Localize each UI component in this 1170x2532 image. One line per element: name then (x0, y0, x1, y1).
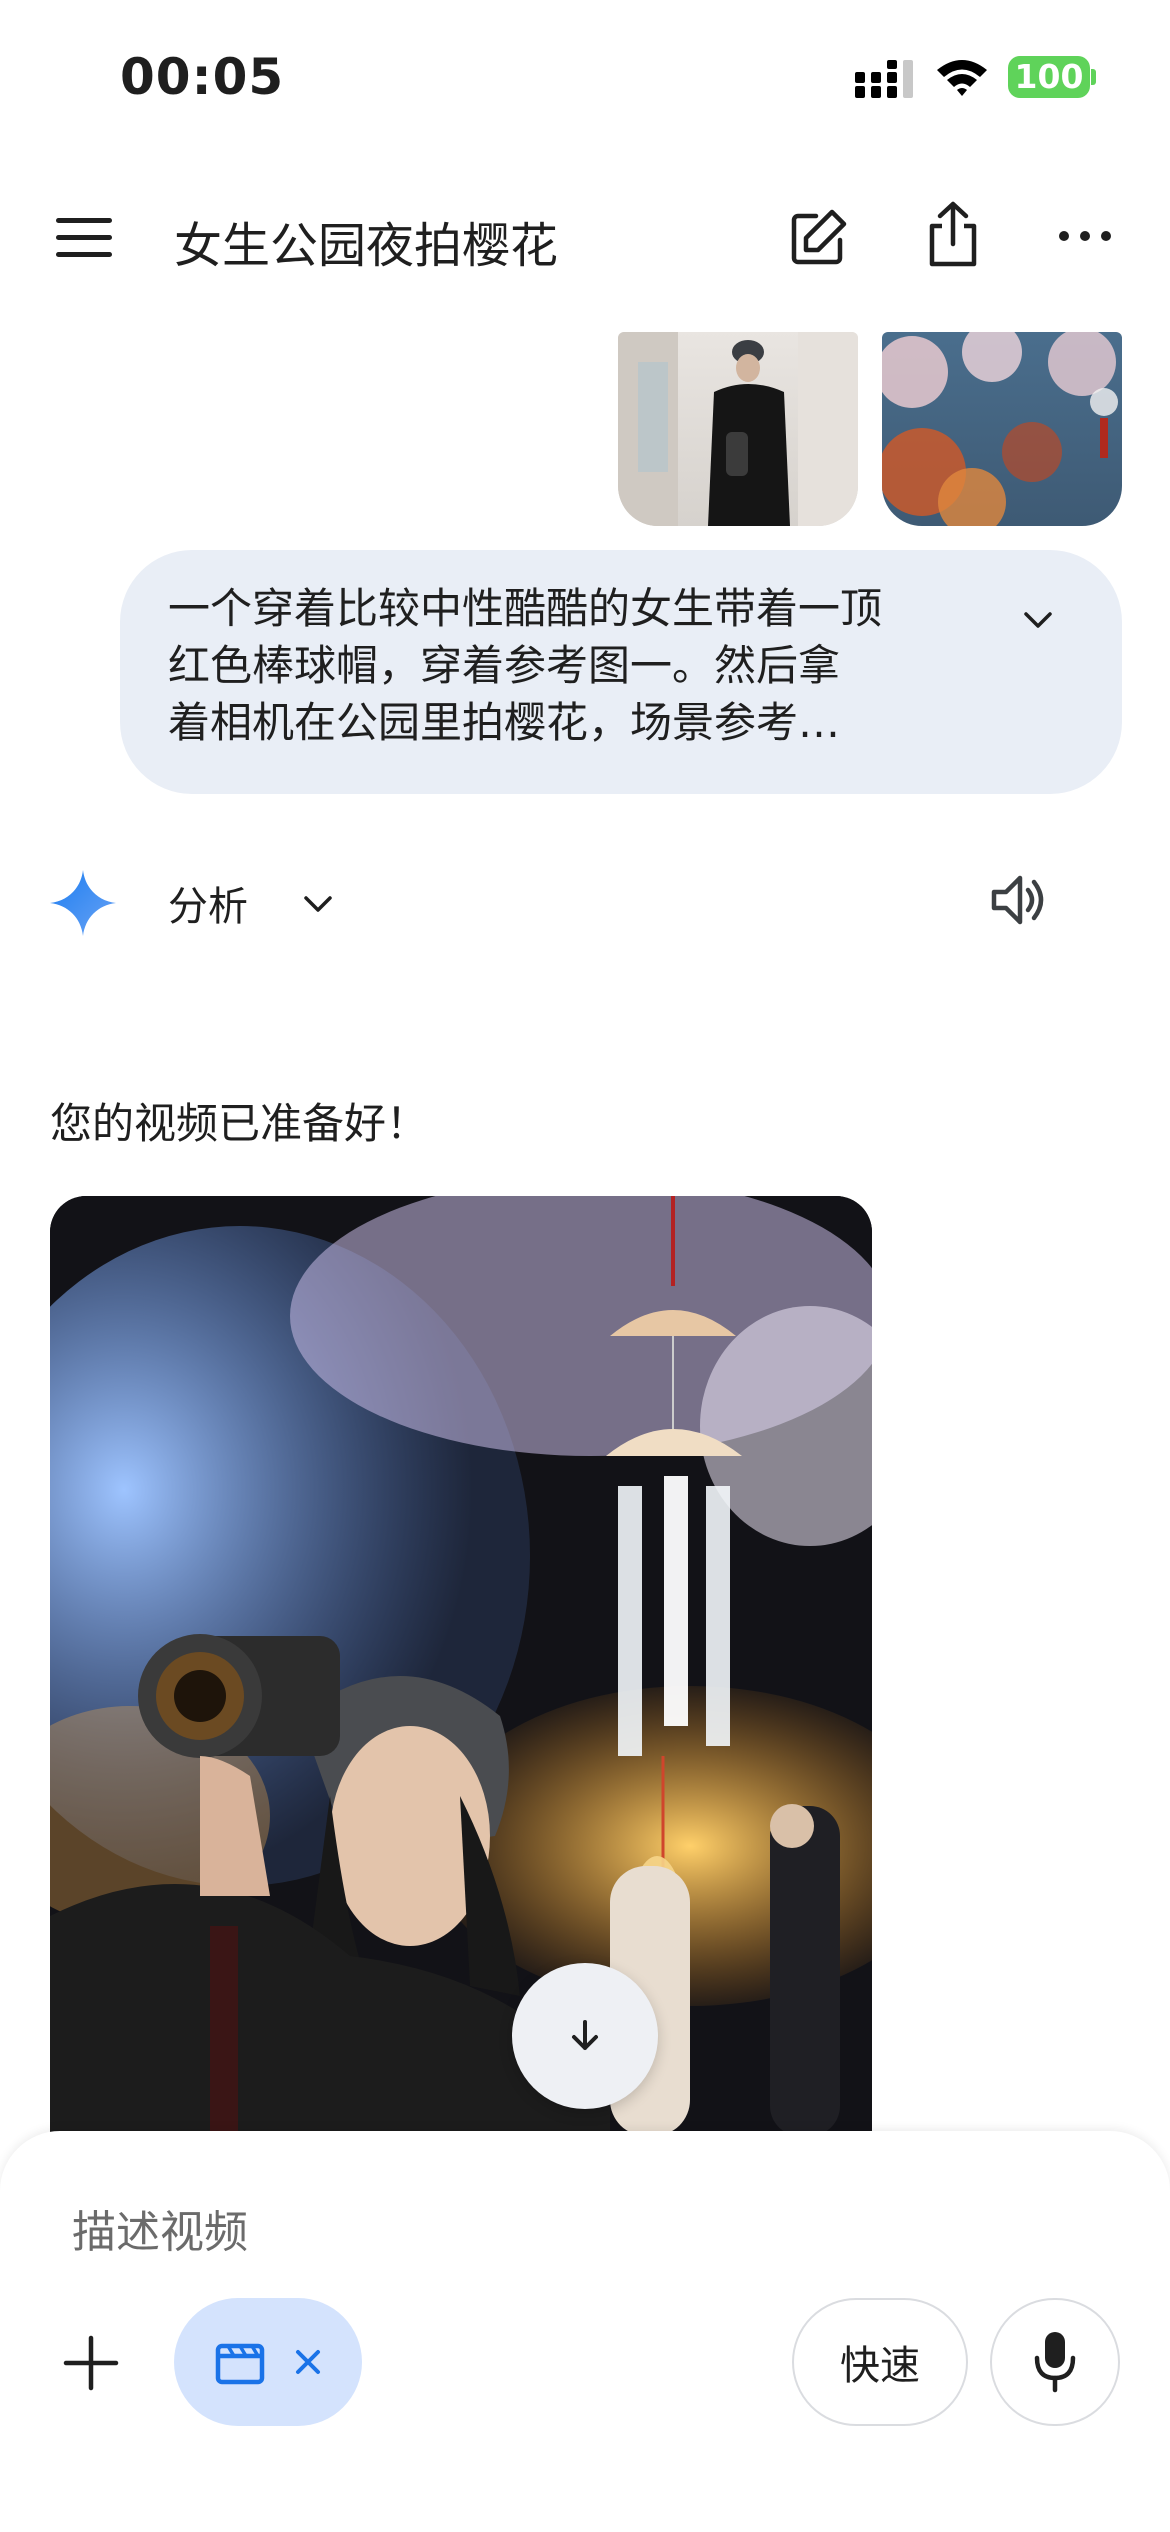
attachment-thumbnail-2[interactable] (882, 332, 1122, 526)
new-chat-edit-icon[interactable] (786, 206, 850, 270)
gemini-sparkle-icon (50, 870, 116, 936)
menu-icon[interactable] (48, 208, 120, 268)
speaker-read-aloud-icon[interactable] (988, 868, 1052, 932)
chat-title: 女生公园夜拍樱花 (174, 218, 559, 274)
add-icon[interactable] (58, 2330, 124, 2396)
fast-mode-button[interactable]: 快速 (792, 2298, 968, 2426)
generated-video[interactable] (50, 1196, 872, 2136)
video-frame-image (50, 1196, 872, 2136)
composer-panel (0, 2131, 1170, 2532)
arrow-down-icon (572, 2020, 598, 2050)
mirror-selfie-image (618, 332, 858, 526)
cellular-signal-icon (855, 60, 913, 98)
microphone-icon (1034, 2332, 1076, 2393)
battery-cap (1091, 69, 1096, 85)
user-message-text: 一个穿着比较中性酷酷的女生带着一顶 红色棒球帽，穿着参考图一。然后拿 着相机在公… (168, 584, 883, 747)
remove-chip-close-icon[interactable] (292, 2346, 324, 2378)
attachment-thumbnail-1[interactable] (618, 332, 858, 526)
response-text: 您的视频已准备好！ (50, 1099, 429, 1148)
video-tool-chip[interactable] (174, 2298, 362, 2426)
share-icon[interactable] (920, 200, 986, 270)
cherry-blossom-scene-image (882, 332, 1118, 526)
expand-message-chevron-icon[interactable] (1020, 602, 1056, 638)
scroll-to-bottom-button[interactable] (512, 1963, 658, 2109)
wifi-icon (937, 60, 987, 96)
video-clapperboard-icon (215, 2343, 265, 2385)
microphone-button[interactable] (990, 2298, 1120, 2426)
chevron-down-icon[interactable] (298, 884, 338, 924)
analysis-label[interactable]: 分析 (168, 874, 248, 932)
status-time: 00:05 (120, 48, 285, 106)
prompt-input[interactable] (72, 2200, 772, 2264)
more-options-icon[interactable] (1052, 216, 1118, 256)
battery-indicator: 100 (1008, 56, 1090, 98)
